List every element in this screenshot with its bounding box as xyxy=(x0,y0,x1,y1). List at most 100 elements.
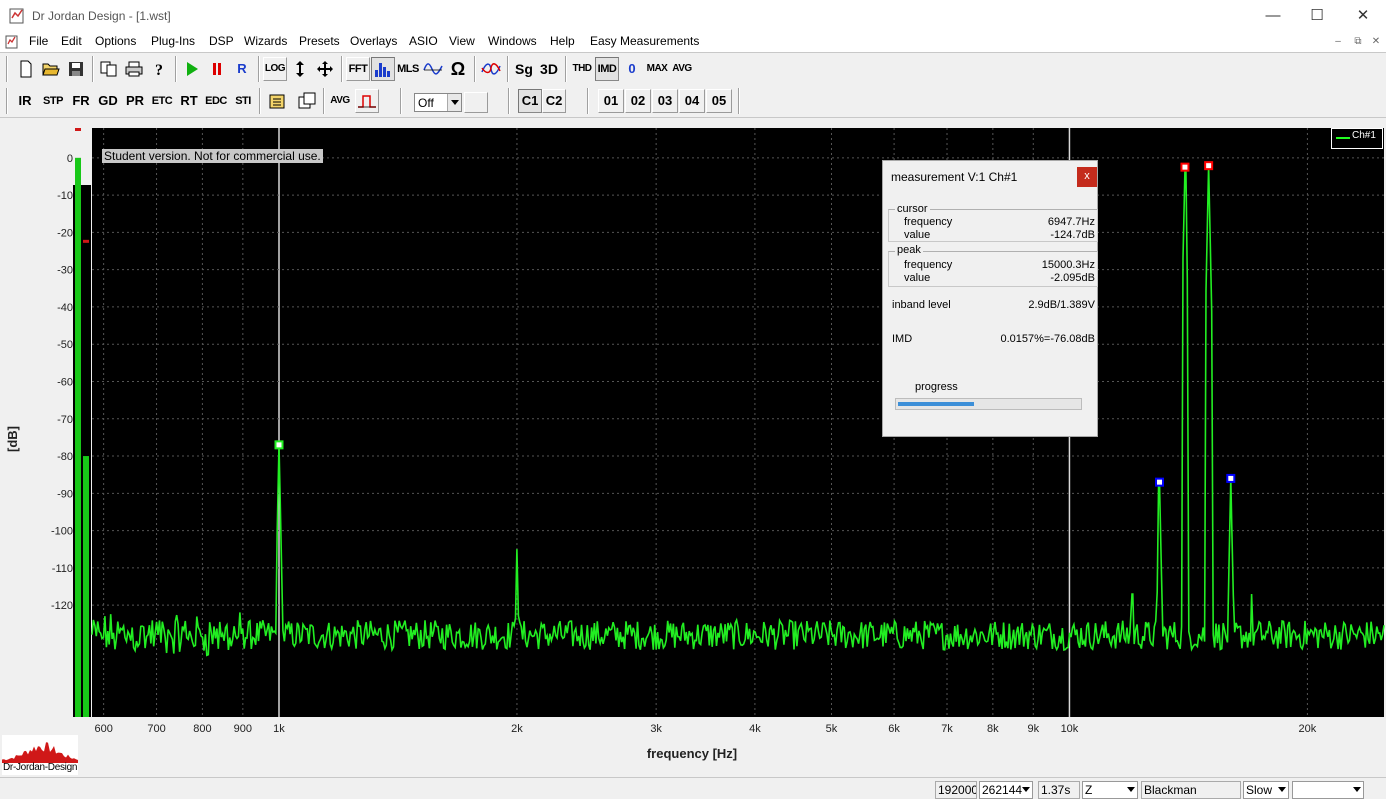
progress-fill xyxy=(898,402,974,406)
menu-help[interactable]: Help xyxy=(550,34,575,48)
menu-easy-measurements[interactable]: Easy Measurements xyxy=(590,34,699,48)
toolbar-area: ? R LOG FFT MLS Ω Sg 3D THD IMD 0 MAX AV… xyxy=(0,52,1386,118)
print-button[interactable] xyxy=(122,57,146,81)
fr-button[interactable]: FR xyxy=(68,89,94,113)
peak-marker[interactable] xyxy=(274,440,284,450)
mdi-close-button[interactable]: ✕ xyxy=(1368,35,1384,49)
record-button[interactable]: R xyxy=(230,57,254,81)
peak-marker[interactable] xyxy=(1226,473,1236,483)
help-button[interactable]: ? xyxy=(147,57,171,81)
save-button[interactable] xyxy=(64,57,88,81)
impedance-button[interactable]: Ω xyxy=(446,57,470,81)
pulse-button[interactable] xyxy=(355,89,379,113)
y-tick-label: -80 xyxy=(57,451,73,463)
peak-value-label: value xyxy=(904,272,931,284)
new-file-button[interactable] xyxy=(14,57,38,81)
overlay-04-button[interactable]: 04 xyxy=(679,89,705,113)
max-button[interactable]: MAX xyxy=(645,57,669,81)
pause-button[interactable] xyxy=(205,57,229,81)
dialog-close-button[interactable]: x xyxy=(1077,167,1097,187)
channel-2-button[interactable]: C2 xyxy=(542,89,566,113)
peak-marker[interactable] xyxy=(1155,477,1165,487)
overlay-01-button[interactable]: 01 xyxy=(598,89,624,113)
meter-peak-hold xyxy=(83,239,89,243)
menu-view[interactable]: View xyxy=(449,34,475,48)
properties-button[interactable] xyxy=(265,89,289,113)
vertical-zoom-button[interactable] xyxy=(288,57,312,81)
open-file-button[interactable] xyxy=(39,57,63,81)
waveform-button[interactable] xyxy=(421,57,445,81)
extra-select[interactable] xyxy=(1292,781,1364,799)
overlay-02-button[interactable]: 02 xyxy=(625,89,651,113)
spectrum-bars-button[interactable] xyxy=(371,57,395,81)
menu-edit[interactable]: Edit xyxy=(61,34,82,48)
etc-button[interactable]: ETC xyxy=(149,89,175,113)
avg-button[interactable]: AVG xyxy=(670,57,694,81)
x-tick-label: 8k xyxy=(987,723,999,735)
cursor-value-label: value xyxy=(904,229,931,241)
peak-marker[interactable] xyxy=(1204,161,1214,171)
y-tick-label: -30 xyxy=(57,265,73,277)
imd-button[interactable]: IMD xyxy=(595,57,619,81)
mls-button[interactable]: MLS xyxy=(396,57,420,81)
menu-options[interactable]: Options xyxy=(95,34,136,48)
chevron-down-icon xyxy=(1278,787,1286,792)
menu-presets[interactable]: Presets xyxy=(299,34,340,48)
menu-overlays[interactable]: Overlays xyxy=(350,34,397,48)
x-tick-label: 7k xyxy=(941,723,953,735)
play-button[interactable] xyxy=(180,57,204,81)
plot-panel: 600 700 800 900 1k 2k 3k 4k 5k 6k 7k 8k 9k 10k 20k 0 -10… xyxy=(0,119,1386,777)
x-tick-label: 700 xyxy=(147,723,165,735)
fft-size-select[interactable]: 262144 xyxy=(979,781,1033,799)
rt-button[interactable]: RT xyxy=(176,89,202,113)
color-swatch-button[interactable] xyxy=(464,92,488,113)
gd-button[interactable]: GD xyxy=(95,89,121,113)
pr-button[interactable]: PR xyxy=(122,89,148,113)
overlay-copy-button[interactable] xyxy=(295,89,319,113)
smoothing-select[interactable]: Off xyxy=(414,93,462,112)
waveform-icon xyxy=(423,63,443,75)
toolbar-separator xyxy=(507,56,509,82)
x-tick-label: 10k xyxy=(1061,723,1079,735)
log-scale-button[interactable]: LOG xyxy=(263,57,287,81)
pan-button[interactable] xyxy=(313,57,337,81)
menu-wizards[interactable]: Wizards xyxy=(244,34,287,48)
sti-button[interactable]: STI xyxy=(230,89,256,113)
menu-windows[interactable]: Windows xyxy=(488,34,537,48)
close-window-button[interactable]: ✕ xyxy=(1340,0,1386,32)
avg-average-button[interactable]: AVG xyxy=(328,89,352,113)
zero-button[interactable]: 0 xyxy=(620,57,644,81)
mdi-restore-button[interactable]: ⧉ xyxy=(1350,35,1366,49)
stp-button[interactable]: STP xyxy=(40,89,66,113)
thd-button[interactable]: THD xyxy=(570,57,594,81)
legend-swatch-ch1 xyxy=(1336,137,1350,139)
minimize-button[interactable]: — xyxy=(1250,0,1296,32)
fft-button[interactable]: FFT xyxy=(346,57,370,81)
cursor-frequency-label: frequency xyxy=(904,216,953,228)
speed-select[interactable]: Slow xyxy=(1243,781,1289,799)
document-icon[interactable] xyxy=(4,34,20,50)
chevron-down-icon xyxy=(1127,787,1135,792)
y-tick-label: -60 xyxy=(57,376,73,388)
overlay-03-button[interactable]: 03 xyxy=(652,89,678,113)
menu-asio[interactable]: ASIO xyxy=(409,34,438,48)
menu-plugins[interactable]: Plug-Ins xyxy=(151,34,195,48)
edc-button[interactable]: EDC xyxy=(203,89,229,113)
menu-dsp[interactable]: DSP xyxy=(209,34,234,48)
loudspeaker-button[interactable] xyxy=(479,57,503,81)
signal-generator-button[interactable]: Sg xyxy=(512,57,536,81)
channel-1-button[interactable]: C1 xyxy=(518,89,542,113)
menu-file[interactable]: File xyxy=(29,34,48,48)
y-tick-label: -70 xyxy=(57,414,73,426)
peak-marker[interactable] xyxy=(1180,162,1190,172)
x-tick-label: 20k xyxy=(1299,723,1317,735)
weighting-select[interactable]: Z xyxy=(1082,781,1138,799)
spectrum-chart[interactable]: 600 700 800 900 1k 2k 3k 4k 5k 6k 7k 8k 9k 10k 20k 0 -10… xyxy=(0,119,1386,777)
copy-button[interactable] xyxy=(97,57,121,81)
ir-button[interactable]: IR xyxy=(12,89,38,113)
maximize-button[interactable]: ☐ xyxy=(1294,0,1340,32)
y-tick-label: -90 xyxy=(57,488,73,500)
3d-button[interactable]: 3D xyxy=(537,57,561,81)
overlay-05-button[interactable]: 05 xyxy=(706,89,732,113)
mdi-minimize-button[interactable]: – xyxy=(1330,35,1346,49)
